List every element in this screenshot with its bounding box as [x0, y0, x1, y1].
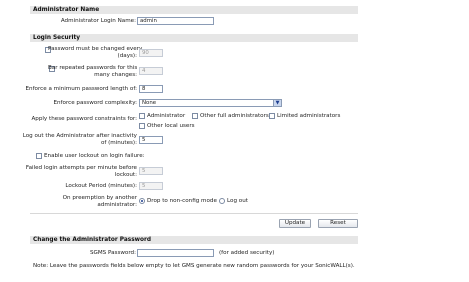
bar-repeated-label-line2: many changes: — [94, 72, 137, 78]
apply-constraints-label: Apply these password constraints for: — [31, 116, 137, 122]
sgms-password-input[interactable] — [137, 249, 214, 257]
reset-button[interactable]: Reset — [318, 219, 358, 228]
min-password-length-label: Enforce a minimum password length of: — [25, 86, 138, 92]
password-change-days-input[interactable]: 90 — [139, 49, 163, 57]
password-complexity-label: Enforce password complexity: — [53, 100, 137, 106]
apply-limited-admins-label: Limited administrators — [277, 113, 341, 119]
preemption-label-line1: On preemption by another — [62, 195, 137, 201]
apply-other-local-users-label: Other local users — [147, 123, 195, 129]
admin-login-name-input[interactable]: admin — [137, 17, 214, 25]
enable-lockout-label: Enable user lockout on login failure: — [44, 153, 145, 159]
preemption-logout-radio[interactable] — [219, 198, 225, 204]
logout-inactivity-label-line1: Log out the Administrator after inactivi… — [22, 133, 137, 139]
sgms-password-hint: (for added security) — [219, 250, 275, 256]
failed-attempts-label-line1: Failed login attempts per minute before — [25, 165, 137, 171]
admin-login-name-label: Administrator Login Name: — [60, 18, 136, 24]
apply-administrator-label: Administrator — [147, 113, 186, 119]
update-button[interactable]: Update — [279, 219, 311, 228]
failed-attempts-label-line2: lockout: — [114, 172, 137, 178]
apply-other-full-admins-label: Other full administrators — [200, 113, 269, 119]
divider — [30, 213, 358, 214]
preemption-drop-radio[interactable] — [139, 198, 145, 204]
section-header-login-security: Login Security — [30, 34, 358, 42]
apply-administrator-checkbox[interactable] — [139, 113, 145, 119]
logout-inactivity-label-line2: of (minutes): — [100, 140, 137, 146]
section-header-administrator-name: Administrator Name — [30, 6, 358, 14]
apply-other-full-admins-checkbox[interactable] — [192, 113, 198, 119]
preemption-label-line2: administrator: — [97, 202, 137, 208]
bar-repeated-count-input[interactable]: 4 — [139, 67, 163, 75]
min-password-length-input[interactable]: 8 — [139, 85, 163, 93]
logout-inactivity-minutes-input[interactable]: 5 — [139, 136, 163, 144]
lockout-period-input[interactable]: 5 — [139, 182, 163, 190]
section-header-change-admin-password: Change the Administrator Password — [30, 236, 358, 244]
password-note: Note: Leave the passwords fields below e… — [33, 263, 355, 269]
bar-repeated-label-line1: Bar repeated passwords for this — [48, 65, 138, 71]
apply-limited-admins-checkbox[interactable] — [269, 113, 275, 119]
password-change-label-line1: Password must be changed every — [48, 46, 143, 52]
preemption-drop-label: Drop to non-config mode — [147, 198, 217, 204]
password-complexity-select[interactable]: None ▼ — [139, 99, 282, 107]
failed-attempts-input[interactable]: 5 — [139, 167, 163, 175]
sgms-password-label: SGMS Password: — [89, 250, 136, 256]
password-complexity-value: None — [142, 100, 157, 106]
enable-lockout-checkbox[interactable] — [36, 153, 42, 159]
preemption-logout-label: Log out — [227, 198, 248, 204]
lockout-period-label: Lockout Period (minutes): — [65, 183, 137, 189]
password-change-label-line2: (days): — [117, 53, 137, 59]
apply-other-local-users-checkbox[interactable] — [139, 123, 145, 129]
chevron-down-icon: ▼ — [273, 100, 281, 106]
